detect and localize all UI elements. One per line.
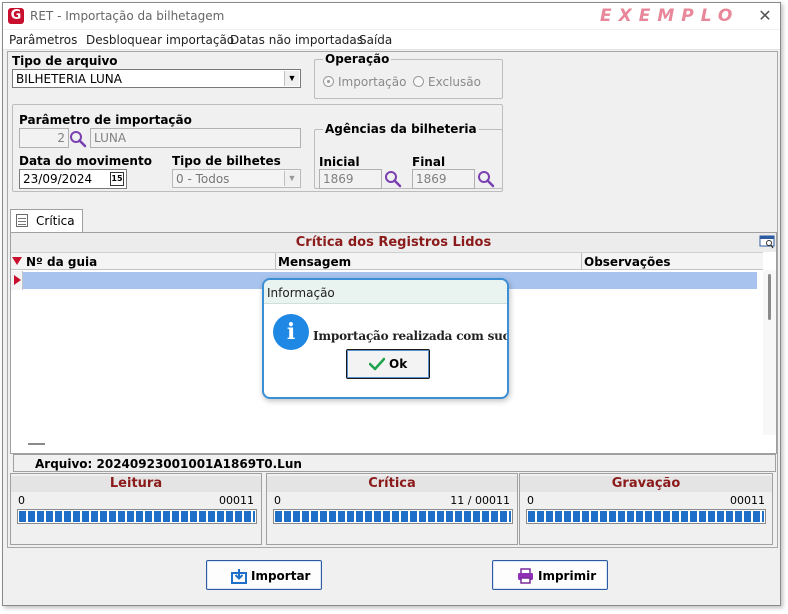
final-input[interactable]: 1869 <box>412 169 475 189</box>
tipo-bilhetes-select[interactable]: 0 - Todos ▼ <box>172 169 301 188</box>
progress-title: Crítica <box>267 476 517 492</box>
data-movimento-value: 23/09/2024 <box>23 172 93 186</box>
progress-title: Leitura <box>11 476 261 492</box>
search-icon[interactable] <box>384 170 402 188</box>
scrollbar-thumb[interactable] <box>768 274 771 320</box>
chevron-down-icon: ▼ <box>284 171 299 186</box>
param-label: Parâmetro de importação <box>19 113 192 127</box>
import-icon <box>231 569 247 584</box>
final-label: Final <box>412 155 446 169</box>
watermark: EXEMPLO <box>600 6 740 26</box>
vertical-scrollbar[interactable] <box>763 270 776 435</box>
app-logo-icon: G <box>8 8 24 24</box>
dialog-title: Informação <box>267 286 335 300</box>
tab-critica[interactable]: Crítica <box>10 209 83 232</box>
radio-selected-icon <box>323 76 334 87</box>
radio-importacao[interactable]: Importação <box>323 75 406 89</box>
imprimir-button[interactable]: Imprimir <box>492 560 608 590</box>
col-header-observacoes[interactable]: Observações <box>584 255 671 269</box>
progress-fill <box>275 511 511 522</box>
horizontal-scroll-thumb[interactable] <box>28 443 45 445</box>
tipo-arquivo-select[interactable]: BILHETERIA LUNA ▼ <box>12 69 301 88</box>
progress-min: 0 <box>527 494 534 507</box>
agencias-label: Agências da bilheteria <box>323 122 479 136</box>
data-movimento-label: Data do movimento <box>19 154 152 168</box>
progress-bar <box>273 509 513 524</box>
dialog-title-bar[interactable]: Informação <box>264 280 507 304</box>
tipo-bilhetes-label: Tipo de bilhetes <box>172 154 281 168</box>
param-code-input[interactable]: 2 <box>19 128 69 148</box>
progress-max: 00011 <box>219 494 254 507</box>
search-icon[interactable] <box>69 130 87 148</box>
tipo-arquivo-value: BILHETERIA LUNA <box>16 72 122 86</box>
progress-gravacao: Gravação 0 00011 <box>519 473 773 545</box>
progress-leitura: Leitura 0 00011 <box>10 473 262 545</box>
col-separator[interactable] <box>275 253 276 270</box>
info-dialog: Informação i Importação realizada com su… <box>262 278 509 399</box>
tipo-bilhetes-value: 0 - Todos <box>176 172 230 186</box>
arquivo-bar: Arquivo: 20240923001001A1869T0.Lun <box>13 454 776 472</box>
progress-bar <box>526 509 766 524</box>
radio-exclusao-label: Exclusão <box>428 75 481 89</box>
sort-down-icon <box>12 257 22 265</box>
menu-item-desbloquear[interactable]: Desbloquear importação <box>86 33 234 47</box>
tipo-arquivo-label: Tipo de arquivo <box>12 54 118 68</box>
operacao-label: Operação <box>323 52 392 66</box>
checkmark-icon <box>369 357 385 371</box>
row-indicator[interactable] <box>11 271 23 290</box>
radio-exclusao[interactable]: Exclusão <box>413 75 481 89</box>
close-button[interactable]: ✕ <box>755 6 775 26</box>
calendar-icon[interactable]: 15 <box>110 172 124 186</box>
progress-critica: Crítica 0 11 / 00011 <box>266 473 518 545</box>
progress-max: 00011 <box>730 494 765 507</box>
chevron-down-icon: ▼ <box>284 71 299 86</box>
inicial-label: Inicial <box>319 155 360 169</box>
grid-header: Nº da guia Mensagem Observações <box>11 252 763 270</box>
printer-icon <box>518 568 533 584</box>
imprimir-label: Imprimir <box>538 569 597 583</box>
col-header-guia[interactable]: Nº da guia <box>26 255 97 269</box>
notepad-icon <box>16 214 28 227</box>
inicial-input[interactable]: 1869 <box>319 169 382 189</box>
radio-importacao-label: Importação <box>338 75 407 89</box>
radio-unselected-icon <box>413 76 424 87</box>
progress-fill <box>528 511 764 522</box>
data-movimento-input[interactable]: 23/09/2024 15 <box>19 169 127 189</box>
menu-item-datas[interactable]: Datas não importadas <box>230 33 363 47</box>
progress-title: Gravação <box>520 476 772 492</box>
window-title: RET - Importação da bilhetagem <box>30 9 225 23</box>
ok-label: Ok <box>389 357 408 371</box>
progress-bar <box>17 509 257 524</box>
progress-max: 11 / 00011 <box>450 494 510 507</box>
importar-button[interactable]: Importar <box>206 560 322 590</box>
print-preview-icon[interactable] <box>759 235 775 250</box>
dialog-message: Importação realizada com sucesso. <box>313 329 507 343</box>
progress-min: 0 <box>18 494 25 507</box>
row-pointer-icon <box>14 275 21 285</box>
tab-critica-label: Crítica <box>36 214 75 228</box>
ok-button[interactable]: Ok <box>346 349 430 379</box>
info-icon: i <box>273 314 309 350</box>
progress-fill <box>19 511 255 522</box>
arquivo-text: Arquivo: 20240923001001A1869T0.Lun <box>35 457 302 471</box>
menu-item-parametros[interactable]: Parâmetros <box>9 33 77 47</box>
col-separator[interactable] <box>581 253 582 270</box>
grid-title: Crítica dos Registros Lidos <box>11 233 776 252</box>
col-header-mensagem[interactable]: Mensagem <box>278 255 351 269</box>
param-name-input[interactable]: LUNA <box>90 128 301 148</box>
menu-item-saida[interactable]: Saída <box>359 33 392 47</box>
importar-label: Importar <box>251 569 311 583</box>
progress-min: 0 <box>274 494 281 507</box>
title-bar: G RET - Importação da bilhetagem EXEMPLO… <box>3 3 780 29</box>
search-icon[interactable] <box>477 170 495 188</box>
menu-bar: Parâmetros Desbloquear importação Datas … <box>3 30 780 50</box>
